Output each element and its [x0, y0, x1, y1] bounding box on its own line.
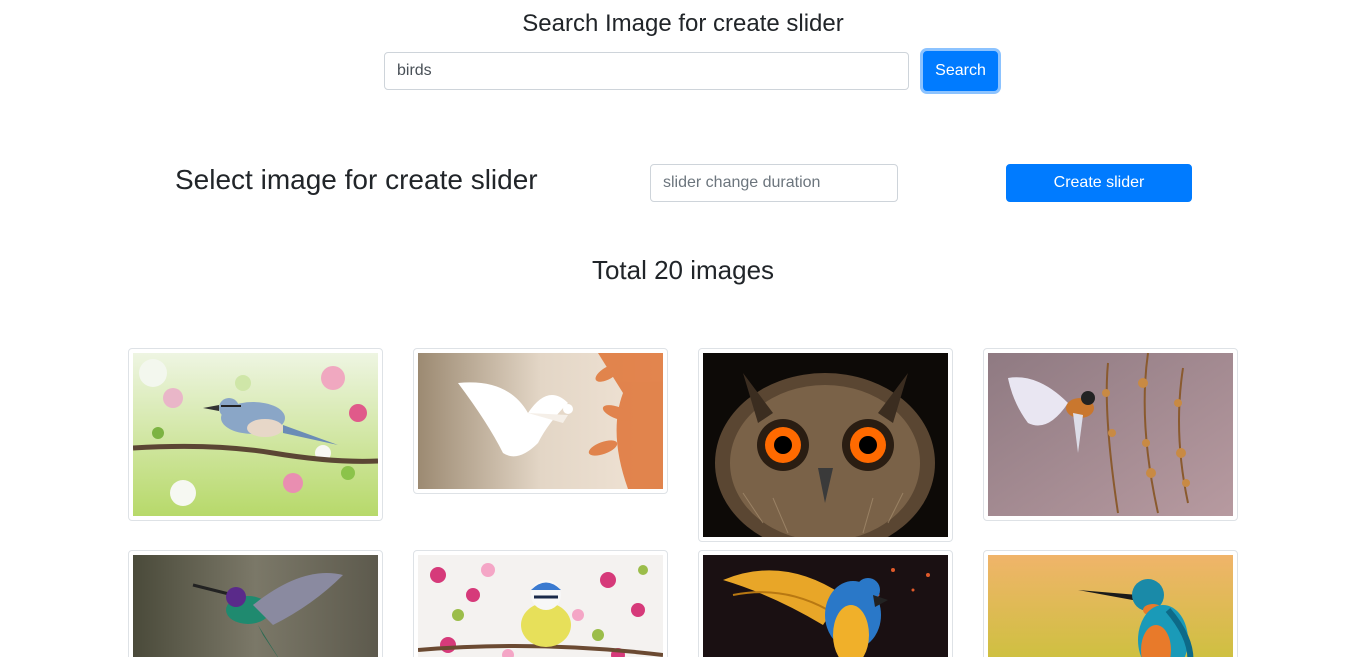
gallery-image-owl[interactable] [698, 348, 953, 542]
gallery-image-blue-tit[interactable] [413, 550, 668, 657]
total-images-count: Total 20 images [591, 255, 775, 285]
gallery-image-nuthatch[interactable] [128, 348, 383, 521]
search-button[interactable]: Search [923, 51, 998, 91]
owl-photo [703, 353, 948, 537]
gallery-image-hummingbird[interactable] [128, 550, 383, 657]
dove-photo [418, 353, 663, 489]
gallery-image-flying-bird[interactable] [983, 348, 1238, 521]
blue-tit-photo [418, 555, 663, 657]
search-input[interactable] [384, 52, 909, 90]
nuthatch-photo [133, 353, 378, 516]
slider-duration-input[interactable] [650, 164, 898, 202]
flying-bird-photo [988, 353, 1233, 516]
gallery-image-kingfisher[interactable] [983, 550, 1238, 657]
kingfisher-photo [988, 555, 1233, 657]
create-slider-button[interactable]: Create slider [1006, 164, 1192, 202]
macaw-photo [703, 555, 948, 657]
search-title: Search Image for create slider [522, 10, 844, 37]
gallery-image-macaw[interactable] [698, 550, 953, 657]
select-image-title: Select image for create slider [175, 164, 538, 195]
hummingbird-photo [133, 555, 378, 657]
gallery-image-dove[interactable] [413, 348, 668, 494]
